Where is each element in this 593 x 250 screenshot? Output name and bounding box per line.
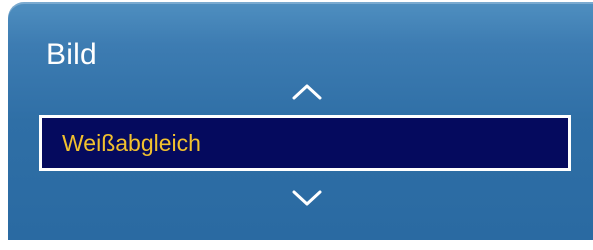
picture-menu-panel: Bild Weißabgleich — [8, 2, 593, 240]
menu-item-white-balance[interactable]: Weißabgleich — [39, 115, 571, 171]
chevron-up-icon[interactable] — [287, 80, 327, 104]
chevron-down-icon[interactable] — [287, 186, 327, 210]
menu-item-label: Weißabgleich — [62, 129, 201, 156]
menu-title: Bild — [46, 38, 97, 71]
